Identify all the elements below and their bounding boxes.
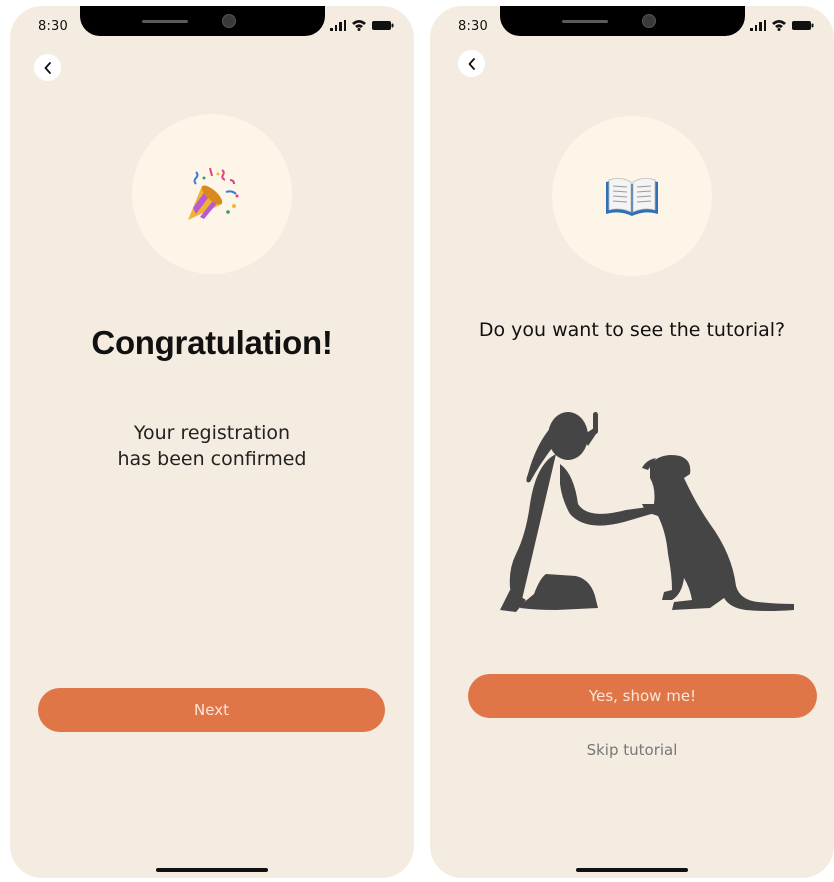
home-indicator bbox=[156, 868, 268, 872]
chevron-left-icon bbox=[44, 61, 51, 74]
back-button[interactable] bbox=[34, 54, 61, 81]
device-notch bbox=[500, 6, 745, 36]
chevron-left-icon bbox=[468, 57, 475, 70]
confirmation-line-1: Your registration bbox=[133, 422, 291, 444]
wifi-icon bbox=[771, 19, 787, 31]
hero-icon-circle bbox=[552, 116, 712, 276]
hero-icon-circle bbox=[132, 114, 292, 274]
status-icons bbox=[330, 19, 394, 31]
signal-icon bbox=[750, 19, 766, 31]
notch-speaker bbox=[562, 20, 608, 23]
device-notch bbox=[80, 6, 325, 36]
party-popper-icon bbox=[188, 167, 239, 220]
back-button[interactable] bbox=[458, 50, 485, 77]
woman-and-dog-silhouette-icon bbox=[500, 412, 794, 612]
home-indicator bbox=[576, 868, 688, 872]
battery-icon bbox=[372, 20, 394, 31]
notch-camera bbox=[222, 14, 236, 28]
status-icons bbox=[750, 19, 814, 31]
woman-training-dog-illustration bbox=[496, 404, 796, 620]
next-button[interactable]: Next bbox=[38, 688, 385, 732]
notch-camera bbox=[642, 14, 656, 28]
tutorial-question: Do you want to see the tutorial? bbox=[478, 319, 786, 341]
show-tutorial-button[interactable]: Yes, show me! bbox=[468, 674, 817, 718]
status-time: 8:30 bbox=[458, 19, 488, 34]
wifi-icon bbox=[351, 19, 367, 31]
page-title: Congratulation! bbox=[91, 324, 333, 361]
congratulation-screen: 8:30 Congratulation! Your registration h… bbox=[10, 6, 414, 878]
confirmation-message: Your registration has been confirmed bbox=[10, 420, 414, 472]
tutorial-prompt-screen: 8:30 Do you want to see the tutorial? Ye… bbox=[430, 6, 834, 878]
signal-icon bbox=[330, 19, 346, 31]
confirmation-line-2: has been confirmed bbox=[117, 448, 307, 470]
battery-icon bbox=[792, 20, 814, 31]
notch-speaker bbox=[142, 20, 188, 23]
status-time: 8:30 bbox=[38, 19, 68, 34]
open-book-icon bbox=[606, 178, 658, 216]
skip-tutorial-link[interactable]: Skip tutorial bbox=[430, 741, 834, 759]
